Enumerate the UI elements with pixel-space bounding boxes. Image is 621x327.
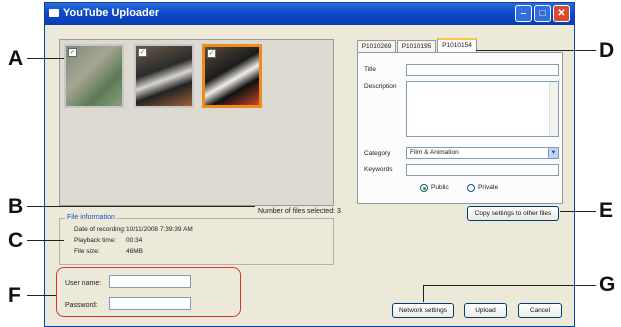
file-information-group: File information Date of recording:10/11… bbox=[59, 214, 334, 265]
keywords-input[interactable] bbox=[406, 164, 559, 176]
leader-a bbox=[27, 58, 64, 59]
category-value: Film & Animation bbox=[410, 149, 459, 156]
info-row-size: File size: 46MB bbox=[74, 248, 143, 255]
category-select[interactable]: Film & Animation ▼ bbox=[406, 147, 559, 159]
description-label: Description bbox=[364, 83, 397, 90]
callout-f: F bbox=[8, 284, 21, 307]
private-radio[interactable] bbox=[467, 184, 475, 192]
file-information-legend: File information bbox=[65, 214, 117, 221]
title-bar[interactable]: YouTube Uploader – □ ✕ bbox=[45, 3, 574, 25]
leader-g bbox=[423, 285, 596, 286]
thumbnail-checkbox[interactable]: ✓ bbox=[138, 48, 147, 57]
leader-b bbox=[27, 206, 255, 207]
description-scrollbar[interactable] bbox=[549, 82, 558, 136]
info-row-playback: Playback time: 00:34 bbox=[74, 237, 143, 244]
network-settings-button[interactable]: Network settings bbox=[392, 303, 454, 318]
thumbnail-checkbox[interactable]: ✓ bbox=[207, 49, 216, 58]
video-details-panel: Title Description Category Film & Animat… bbox=[357, 52, 563, 204]
app-icon bbox=[49, 9, 59, 17]
copy-settings-button[interactable]: Copy settings to other files bbox=[467, 206, 559, 221]
close-button[interactable]: ✕ bbox=[553, 5, 570, 22]
video-thumbnail[interactable]: ✓ bbox=[64, 44, 124, 108]
thumbnail-gallery[interactable]: ✓ ✓ ✓ bbox=[59, 39, 334, 206]
selected-count-label: Number of files selected: bbox=[258, 208, 336, 215]
tab-file-3[interactable]: P1010154 bbox=[437, 38, 477, 52]
login-highlight-box bbox=[56, 267, 241, 317]
callout-e: E bbox=[599, 199, 614, 222]
callout-g: G bbox=[599, 273, 616, 296]
selected-count-value: 3 bbox=[337, 208, 341, 215]
callout-d: D bbox=[599, 39, 615, 62]
callout-c: C bbox=[8, 229, 24, 252]
video-thumbnail[interactable]: ✓ bbox=[134, 44, 194, 108]
description-textarea[interactable] bbox=[406, 81, 559, 137]
callout-a: A bbox=[8, 47, 24, 70]
leader-c bbox=[27, 240, 64, 241]
tab-file-1[interactable]: P1010269 bbox=[357, 40, 396, 52]
cancel-button[interactable]: Cancel bbox=[518, 303, 562, 318]
callout-b: B bbox=[8, 195, 24, 218]
title-label: Title bbox=[364, 66, 377, 73]
upload-button[interactable]: Upload bbox=[464, 303, 507, 318]
title-input[interactable] bbox=[406, 64, 559, 76]
info-row-date: Date of recording:10/11/2008 7:39:39 AM bbox=[74, 226, 193, 233]
public-radio[interactable] bbox=[420, 184, 428, 192]
window-title: YouTube Uploader bbox=[63, 7, 160, 19]
video-thumbnail-selected[interactable]: ✓ bbox=[202, 44, 262, 108]
leader-d bbox=[476, 50, 596, 51]
thumbnail-checkbox[interactable]: ✓ bbox=[68, 48, 77, 57]
private-radio-label: Private bbox=[478, 184, 499, 191]
public-radio-label: Public bbox=[431, 184, 449, 191]
maximize-button[interactable]: □ bbox=[534, 5, 551, 22]
leader-e bbox=[560, 211, 596, 212]
leader-g-vertical bbox=[423, 285, 424, 302]
selected-count-status: Number of files selected: 3 bbox=[258, 208, 341, 215]
minimize-button[interactable]: – bbox=[515, 5, 532, 22]
category-label: Category bbox=[364, 150, 391, 157]
leader-f bbox=[27, 295, 56, 296]
tab-file-2[interactable]: P1010195 bbox=[397, 40, 436, 52]
chevron-down-icon[interactable]: ▼ bbox=[548, 148, 558, 158]
keywords-label: Keywords bbox=[364, 166, 393, 173]
